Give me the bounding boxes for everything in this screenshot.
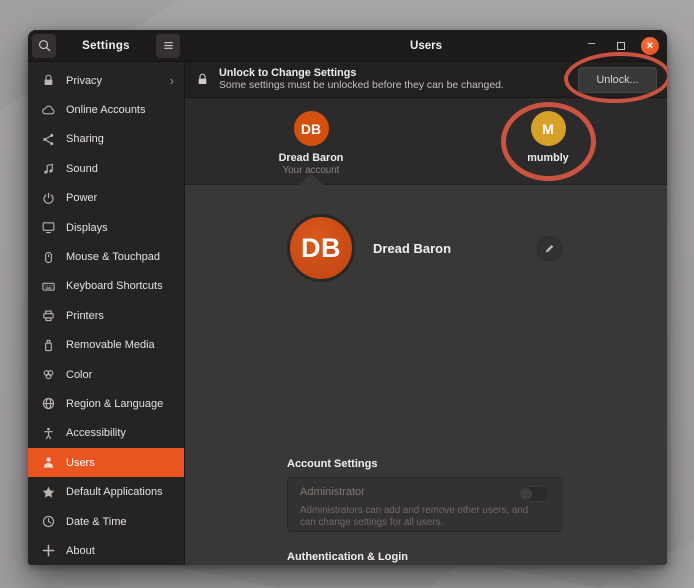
pencil-icon bbox=[542, 241, 557, 256]
star-icon bbox=[41, 485, 56, 500]
sidebar-item-region-language[interactable]: Region & Language bbox=[28, 389, 184, 418]
sidebar-item-keyboard-shortcuts[interactable]: Keyboard Shortcuts bbox=[28, 272, 184, 301]
globe-icon bbox=[41, 396, 56, 411]
sidebar-item-online-accounts[interactable]: Online Accounts bbox=[28, 95, 184, 124]
sidebar-item-label: Printers bbox=[66, 310, 174, 322]
share-icon bbox=[41, 132, 56, 147]
sidebar-item-about[interactable]: About bbox=[28, 536, 184, 565]
user-name: Dread Baron bbox=[373, 241, 537, 256]
menu-button[interactable] bbox=[156, 34, 180, 58]
settings-window: Settings Privacy › Online Accounts Sharing S… bbox=[28, 30, 667, 565]
sidebar-item-label: Displays bbox=[66, 222, 174, 234]
sidebar-item-label: Users bbox=[66, 457, 174, 469]
sidebar-item-displays[interactable]: Displays bbox=[28, 213, 184, 242]
unlock-banner: Unlock to Change Settings Some settings … bbox=[185, 62, 667, 98]
sidebar-item-label: Keyboard Shortcuts bbox=[66, 280, 174, 292]
account-settings-card: Administrator Administrators can add and… bbox=[287, 477, 562, 532]
chevron-right-icon: › bbox=[170, 73, 174, 88]
sidebar-item-removable-media[interactable]: Removable Media bbox=[28, 331, 184, 360]
power-icon bbox=[41, 191, 56, 206]
sidebar-item-default-applications[interactable]: Default Applications bbox=[28, 477, 184, 506]
sidebar-item-date-time[interactable]: Date & Time bbox=[28, 507, 184, 536]
user-card-dread-baron[interactable]: DB Dread BaronYour account bbox=[256, 111, 366, 176]
avatar: DB bbox=[294, 111, 329, 146]
user-detail: DB Dread Baron Account Settings Administ… bbox=[185, 185, 667, 565]
sidebar-item-label: Sharing bbox=[66, 133, 174, 145]
sidebar-item-sharing[interactable]: Sharing bbox=[28, 125, 184, 154]
sidebar-item-mouse-touchpad[interactable]: Mouse & Touchpad bbox=[28, 242, 184, 271]
maximize-button[interactable] bbox=[612, 38, 629, 55]
printer-icon bbox=[41, 308, 56, 323]
user-carousel: DB Dread BaronYour account Mmumbly bbox=[185, 98, 667, 185]
mouse-icon bbox=[41, 250, 56, 265]
music-note-icon bbox=[41, 161, 56, 176]
user-icon bbox=[41, 455, 56, 470]
unlock-button[interactable]: Unlock... bbox=[578, 67, 657, 93]
sidebar: Settings Privacy › Online Accounts Sharing S… bbox=[28, 30, 185, 565]
unlock-subtitle: Some settings must be unlocked before th… bbox=[219, 80, 569, 93]
sidebar-item-power[interactable]: Power bbox=[28, 184, 184, 213]
sidebar-item-privacy[interactable]: Privacy › bbox=[28, 66, 184, 95]
avatar[interactable]: DB bbox=[287, 214, 355, 282]
sidebar-item-label: Power bbox=[66, 192, 174, 204]
unlock-banner-text: Unlock to Change Settings Some settings … bbox=[219, 67, 569, 92]
carousel-user-name: Dread Baron bbox=[256, 152, 366, 164]
carousel-user-name: mumbly bbox=[493, 152, 603, 164]
app-title: Settings bbox=[56, 40, 156, 52]
sidebar-item-label: Removable Media bbox=[66, 339, 174, 351]
sidebar-item-printers[interactable]: Printers bbox=[28, 301, 184, 330]
removable-media-icon bbox=[41, 338, 56, 353]
sidebar-item-label: Date & Time bbox=[66, 516, 174, 528]
search-icon bbox=[37, 38, 52, 53]
sidebar-item-label: Sound bbox=[66, 163, 174, 175]
administrator-description: Administrators can add and remove other … bbox=[300, 505, 535, 528]
lock-icon bbox=[195, 72, 210, 87]
users-panel: Users – × Unlock to Change Settings Some… bbox=[185, 30, 667, 565]
sidebar-nav: Privacy › Online Accounts Sharing Sound Power… bbox=[28, 62, 184, 565]
sidebar-item-label: Color bbox=[66, 369, 174, 381]
account-settings-heading: Account Settings bbox=[287, 458, 562, 470]
keyboard-icon bbox=[41, 279, 56, 294]
sidebar-item-label: Region & Language bbox=[66, 398, 174, 410]
close-button[interactable]: × bbox=[641, 37, 659, 55]
unlock-title: Unlock to Change Settings bbox=[219, 67, 569, 80]
cloud-icon bbox=[41, 103, 56, 118]
edit-name-button[interactable] bbox=[537, 236, 562, 261]
administrator-label: Administrator bbox=[300, 486, 365, 498]
sidebar-item-users[interactable]: Users bbox=[28, 448, 184, 477]
clock-icon bbox=[41, 514, 56, 529]
sidebar-item-sound[interactable]: Sound bbox=[28, 154, 184, 183]
auth-login-heading: Authentication & Login bbox=[287, 551, 562, 563]
sidebar-header: Settings bbox=[28, 30, 184, 62]
sidebar-item-label: Accessibility bbox=[66, 427, 174, 439]
search-button[interactable] bbox=[32, 34, 56, 58]
sidebar-item-label: Mouse & Touchpad bbox=[66, 251, 174, 263]
lock-icon bbox=[41, 73, 56, 88]
sidebar-item-label: About bbox=[66, 545, 174, 557]
sidebar-item-color[interactable]: Color bbox=[28, 360, 184, 389]
user-card-mumbly[interactable]: Mmumbly bbox=[493, 111, 603, 164]
menu-icon bbox=[161, 38, 176, 53]
avatar-initials: M bbox=[542, 121, 554, 137]
sidebar-item-label: Online Accounts bbox=[66, 104, 174, 116]
user-header: DB Dread Baron bbox=[287, 211, 562, 285]
sidebar-item-accessibility[interactable]: Accessibility bbox=[28, 419, 184, 448]
display-icon bbox=[41, 220, 56, 235]
sidebar-item-label: Default Applications bbox=[66, 486, 174, 498]
headerbar: Users – × bbox=[185, 30, 667, 62]
minimize-button[interactable]: – bbox=[583, 38, 600, 55]
sidebar-item-label: Privacy bbox=[66, 75, 160, 87]
carousel-user-subtitle: Your account bbox=[256, 165, 366, 176]
avatar: M bbox=[531, 111, 566, 146]
about-icon bbox=[41, 543, 56, 558]
window-controls: – × bbox=[583, 30, 659, 62]
administrator-toggle[interactable] bbox=[518, 486, 549, 502]
avatar-initials: DB bbox=[301, 121, 321, 137]
color-icon bbox=[41, 367, 56, 382]
accessibility-icon bbox=[41, 426, 56, 441]
